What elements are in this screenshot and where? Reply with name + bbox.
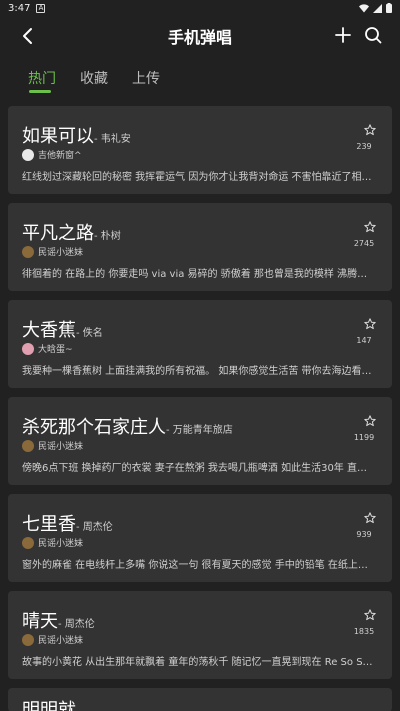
song-card[interactable]: 杀死那个石家庄人- 万能青年旅店 民谣小迷妹 傍晚6点下班 换掉药厂的衣裳 妻子… (8, 397, 392, 485)
song-title-row: 大香蕉- 佚名 (22, 316, 103, 342)
song-card[interactable]: 晴天- 周杰伦 民谣小迷妹 故事的小黄花 从出生那年就飘着 童年的荡秋千 随记忆… (8, 591, 392, 679)
song-lyrics: 窗外的麻雀 在电线杆上多嘴 你说这一句 很有夏天的感觉 手中的铅笔 在纸上来… (22, 560, 376, 571)
tab-upload[interactable]: 上传 (132, 68, 160, 88)
wifi-icon (359, 3, 369, 12)
author-name: 吉他新窗^ (38, 151, 82, 161)
star-outline-icon[interactable] (364, 415, 376, 427)
author-name: 民谣小迷妹 (38, 539, 84, 549)
song-title-row: 晴天- 周杰伦 (22, 607, 95, 633)
song-title-row: 杀死那个石家庄人- 万能青年旅店 (22, 413, 233, 439)
author-name: 民谣小迷妹 (38, 442, 84, 452)
song-singer: - 朴树 (94, 231, 121, 242)
tab-indicator (29, 90, 51, 93)
avatar (22, 342, 34, 355)
song-card[interactable]: 如果可以- 韦礼安 吉他新窗^ 红线划过深藏轮回的秘密 我挥霍运气 因为你才让我… (8, 106, 392, 194)
app-bar: 手机弹唱 (0, 16, 400, 56)
avatar (22, 536, 34, 549)
star-outline-icon[interactable] (364, 512, 376, 524)
back-arrow-icon[interactable] (16, 24, 40, 48)
avatar (22, 245, 34, 258)
star-outline-icon[interactable] (364, 221, 376, 233)
song-singer: - 佚名 (76, 328, 103, 339)
song-title: 明明就 (22, 700, 76, 711)
song-author: 民谣小迷妹 (22, 536, 83, 549)
song-title: 晴天 (22, 611, 58, 632)
song-title-row: 七里香- 周杰伦 (22, 510, 113, 536)
song-lyrics: 故事的小黄花 从出生那年就飘着 童年的荡秋千 随记忆一直晃到现在 Re So S… (22, 657, 376, 668)
author-name: 大晗蛋~ (38, 345, 73, 355)
song-card[interactable]: 明明就 (8, 688, 392, 711)
author-name: 民谣小迷妹 (38, 636, 84, 646)
song-title-row: 明明就 (22, 696, 76, 711)
song-title: 七里香 (22, 514, 76, 535)
tab-bar: 热门 收藏 上传 (0, 60, 400, 96)
avatar (22, 148, 34, 161)
favorite-count: 2745 (353, 239, 375, 248)
favorite-count: 1835 (353, 627, 375, 636)
song-lyrics: 我要种一棵香蕉树 上面挂满我的所有祝福。 如果你感觉生活苦 带你去海边看… (22, 366, 372, 377)
tab-favorites[interactable]: 收藏 (80, 68, 108, 88)
song-lyrics: 红线划过深藏轮回的秘密 我挥霍运气 因为你才让我背对命运 不害怕靠近了相… (22, 172, 372, 183)
star-outline-icon[interactable] (364, 124, 376, 136)
song-author: 民谣小迷妹 (22, 439, 83, 452)
song-author: 民谣小迷妹 (22, 633, 83, 646)
song-author: 民谣小迷妹 (22, 245, 83, 258)
favorite-count: 147 (356, 336, 372, 345)
song-title: 杀死那个石家庄人 (22, 417, 166, 438)
favorite-count: 939 (356, 530, 372, 539)
favorite-count: 239 (356, 142, 372, 151)
song-card[interactable]: 平凡之路- 朴树 民谣小迷妹 徘徊着的 在路上的 你要走吗 via via 易碎… (8, 203, 392, 291)
status-icons (359, 3, 392, 13)
song-title-row: 如果可以- 韦礼安 (22, 122, 131, 148)
song-singer: - 韦礼安 (94, 134, 131, 145)
song-singer: - 周杰伦 (76, 522, 113, 533)
song-singer: - 周杰伦 (58, 619, 95, 630)
search-icon[interactable] (362, 24, 384, 46)
song-lyrics: 傍晚6点下班 换掉药厂的衣裳 妻子在熬粥 我去喝几瓶啤酒 如此生活30年 直到… (22, 463, 376, 474)
song-title: 如果可以 (22, 126, 94, 147)
song-singer: - 万能青年旅店 (166, 425, 233, 436)
song-author: 吉他新窗^ (22, 148, 82, 161)
status-bar: 3:47 A (0, 0, 400, 16)
song-title: 大香蕉 (22, 320, 76, 341)
avatar (22, 633, 34, 646)
song-author: 大晗蛋~ (22, 342, 73, 355)
avatar (22, 439, 34, 452)
song-title: 平凡之路 (22, 223, 94, 244)
tab-hot[interactable]: 热门 (28, 68, 56, 88)
star-outline-icon[interactable] (364, 318, 376, 330)
status-time: 3:47 (8, 2, 31, 14)
plus-icon[interactable] (332, 24, 354, 46)
notification-icon: A (36, 3, 46, 13)
favorite-count: 1199 (353, 433, 375, 442)
author-name: 民谣小迷妹 (38, 248, 84, 258)
battery-icon (386, 3, 392, 13)
song-title-row: 平凡之路- 朴树 (22, 219, 121, 245)
star-outline-icon[interactable] (364, 609, 376, 621)
song-lyrics: 徘徊着的 在路上的 你要走吗 via via 易碎的 骄傲着 那也曾是我的模样 … (22, 269, 376, 280)
cell-signal-icon (373, 3, 382, 13)
song-card[interactable]: 七里香- 周杰伦 民谣小迷妹 窗外的麻雀 在电线杆上多嘴 你说这一句 很有夏天的… (8, 494, 392, 582)
song-card[interactable]: 大香蕉- 佚名 大晗蛋~ 我要种一棵香蕉树 上面挂满我的所有祝福。 如果你感觉生… (8, 300, 392, 388)
